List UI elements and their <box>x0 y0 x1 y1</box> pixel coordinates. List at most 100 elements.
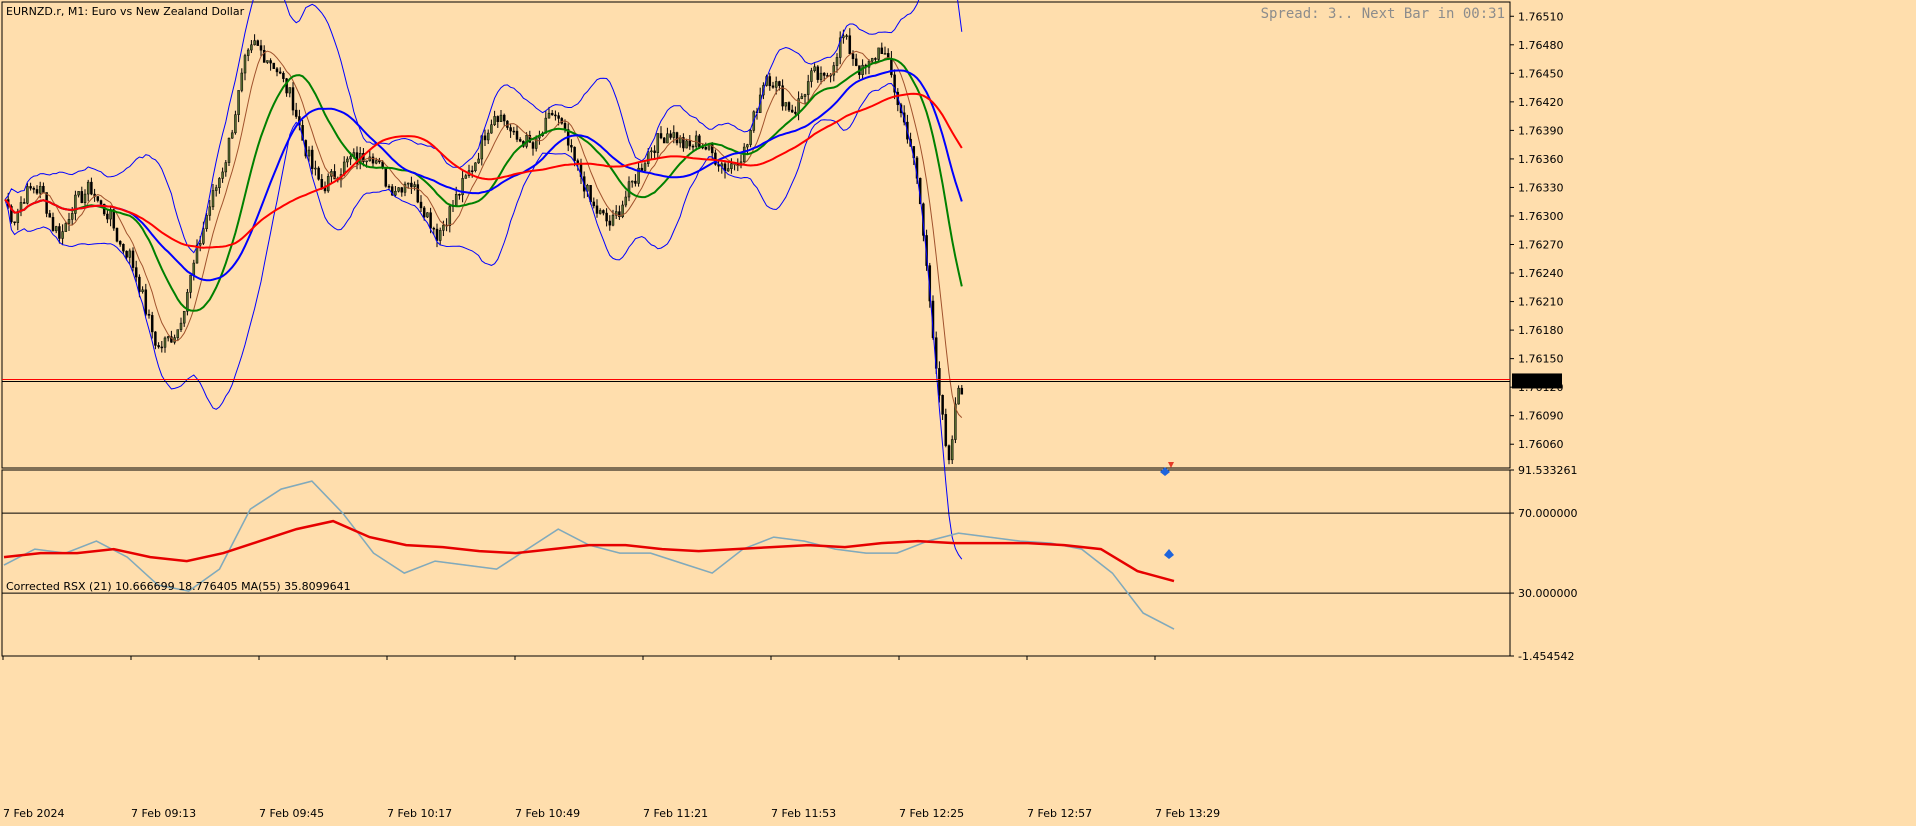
candle-body <box>38 185 42 194</box>
candle-body <box>634 180 637 184</box>
candle-body <box>86 181 90 195</box>
candle-body <box>157 345 160 348</box>
candle-body <box>275 68 279 73</box>
candle-body <box>669 133 672 138</box>
candle-body <box>624 196 628 206</box>
candle-body <box>435 228 439 241</box>
candle-body <box>778 81 781 86</box>
candle-body <box>198 243 202 246</box>
candle-body <box>611 214 615 226</box>
candle-body <box>256 40 260 46</box>
candle-body <box>122 244 125 252</box>
candle-body <box>608 220 612 226</box>
candle-body <box>310 149 314 169</box>
candle-body <box>278 71 282 74</box>
candle-body <box>499 114 503 122</box>
candle-body <box>598 210 602 214</box>
candle-body <box>202 228 205 244</box>
candle-body <box>474 162 477 172</box>
candle-body <box>150 315 154 333</box>
candle-body <box>851 53 855 60</box>
candle-body <box>570 145 573 148</box>
price-axis-label: 1.76180 <box>1518 324 1564 337</box>
candle-body <box>646 151 650 164</box>
candle-body <box>96 196 100 201</box>
candle-body <box>768 76 772 87</box>
candle-body <box>854 58 858 66</box>
candle-body <box>259 45 263 51</box>
candle-body <box>282 72 285 79</box>
candle-body <box>189 274 192 293</box>
main-chart-frame <box>1 1 1511 469</box>
candle-body <box>493 116 496 125</box>
candle-body <box>819 72 823 80</box>
candle-body <box>944 414 948 446</box>
candle-body <box>547 112 551 119</box>
candle-body <box>115 227 119 242</box>
candle-body <box>99 200 103 205</box>
candle-body <box>35 189 39 194</box>
candle-body <box>512 130 516 133</box>
price-axis-label: 1.76360 <box>1518 153 1564 166</box>
candle-body <box>422 207 426 218</box>
candle-body <box>413 184 416 187</box>
bollinger-upper-line <box>4 0 963 254</box>
candle-body <box>835 57 839 66</box>
candle-body <box>454 194 458 206</box>
candle-body <box>688 140 692 147</box>
candle-body <box>141 289 144 292</box>
candle-body <box>640 167 644 171</box>
candle-body <box>787 102 791 111</box>
candle-body <box>234 114 237 134</box>
price-axis-label: 1.76480 <box>1518 39 1564 52</box>
candle-body <box>294 109 298 117</box>
candle-body <box>870 58 874 62</box>
indicator-title: Corrected RSX (21) 10.666699 18.776405 M… <box>6 580 351 593</box>
rsx-ma-line <box>3 519 1175 583</box>
price-axis-label: 1.76390 <box>1518 124 1564 137</box>
candle-body <box>794 111 797 114</box>
candle-body <box>784 102 788 107</box>
rsx-line <box>3 480 1175 630</box>
candle-body <box>80 191 84 204</box>
candle-body <box>320 178 324 188</box>
candle-body <box>160 346 164 349</box>
trading-chart[interactable]: 1.76510 1.76480 1.76450 1.76420 1.76390 1.763… <box>0 0 1916 826</box>
candle-body <box>509 127 512 132</box>
time-axis-label: 7 Feb 09:45 <box>259 807 324 820</box>
candle-body <box>803 94 807 97</box>
candle-body <box>515 130 519 140</box>
ma-green-line <box>4 57 963 312</box>
candle-body <box>211 190 215 208</box>
candle-body <box>464 175 468 179</box>
candle-body <box>438 230 442 241</box>
candle-body <box>227 137 231 163</box>
candle-body <box>842 35 845 39</box>
price-axis-label: 1.76300 <box>1518 210 1564 223</box>
ma-blue-line <box>4 69 963 282</box>
candle-body <box>781 85 784 107</box>
time-axis-label: 7 Feb 10:49 <box>515 807 580 820</box>
candle-body <box>672 132 676 138</box>
ma-fast-line <box>4 50 963 418</box>
candle-body <box>368 156 372 162</box>
candle-body <box>656 133 660 153</box>
candle-body <box>266 60 269 63</box>
candle-body <box>272 62 276 69</box>
price-axis-label: 1.76450 <box>1518 67 1564 80</box>
candle-body <box>384 167 388 187</box>
candle-body <box>131 250 135 268</box>
candle-body <box>957 387 960 405</box>
chart-title: EURNZD.r, M1: Euro vs New Zealand Dollar <box>6 5 245 18</box>
candle-body <box>214 187 218 191</box>
candle-body <box>426 212 429 218</box>
candle-body <box>496 116 500 122</box>
indicator-axis-label: -1.454542 <box>1518 650 1574 663</box>
price-axis-label: 1.76510 <box>1518 10 1564 23</box>
candle-body <box>134 267 138 278</box>
time-axis-label: 7 Feb 12:57 <box>1027 807 1092 820</box>
candle-body <box>595 205 599 214</box>
candle-body <box>54 226 58 232</box>
candle-body <box>877 47 880 60</box>
candle-body <box>218 178 221 188</box>
